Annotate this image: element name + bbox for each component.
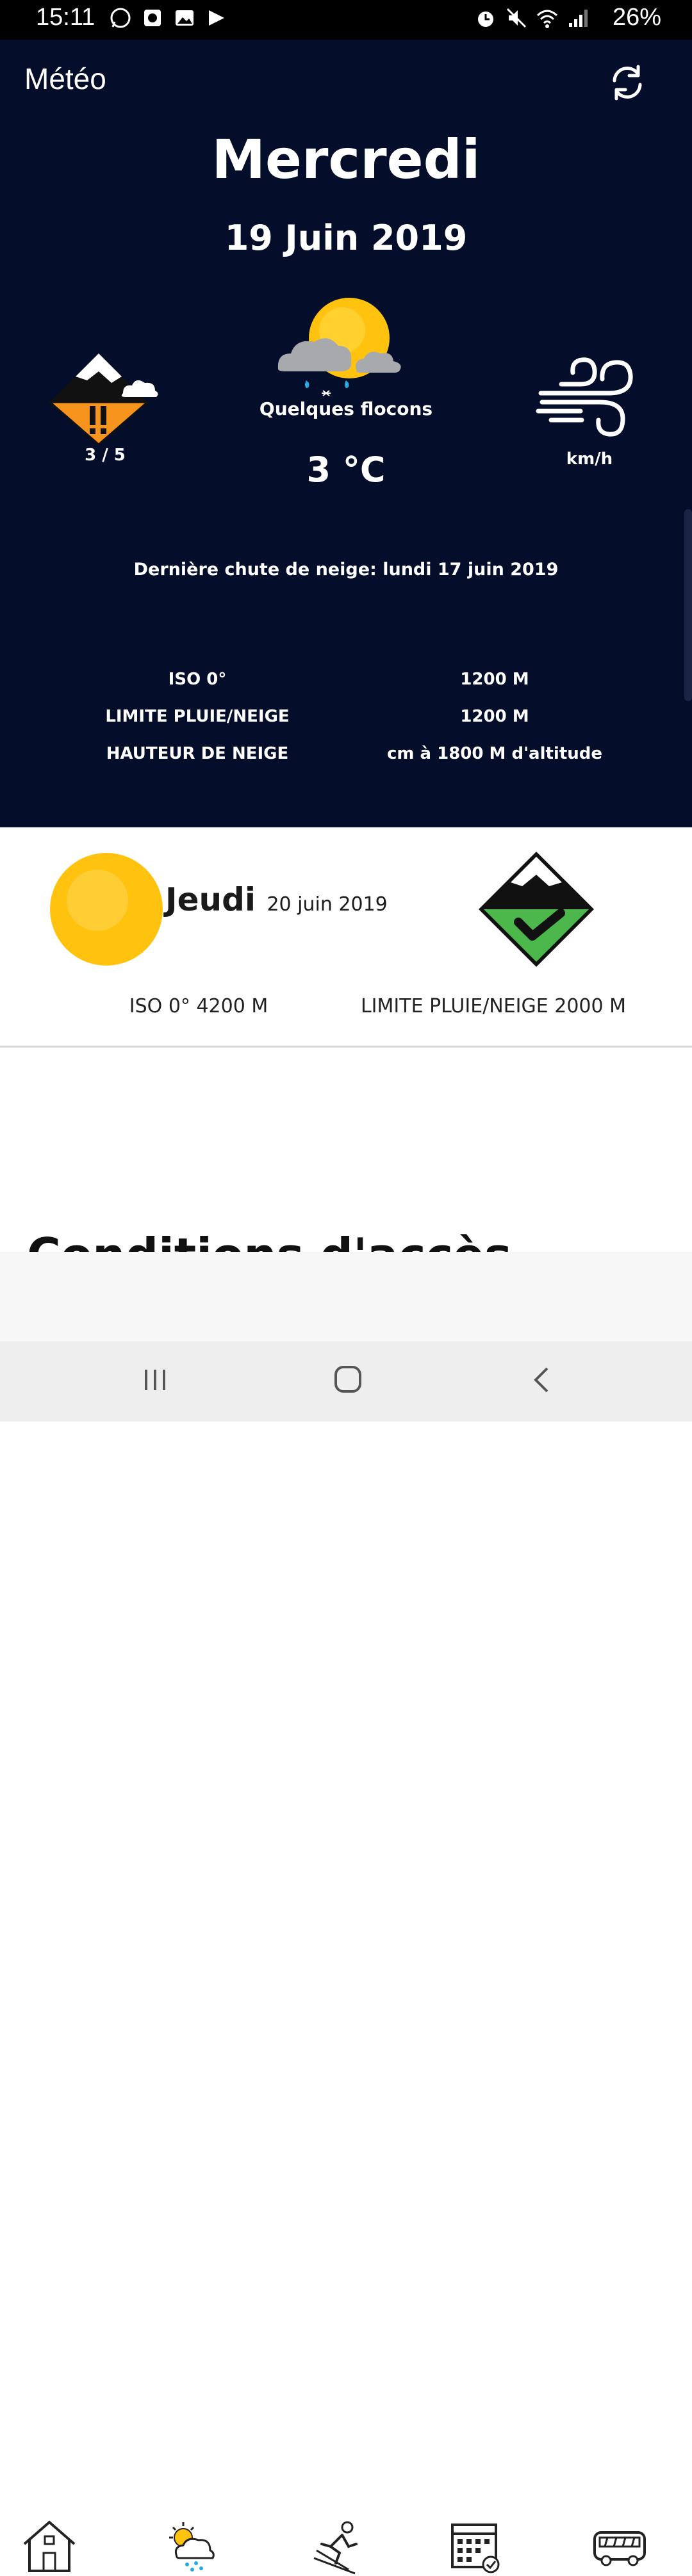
day-date: 19 Juin 2019 bbox=[224, 218, 468, 258]
low-risk-check-icon bbox=[479, 852, 594, 967]
iso-label: ISO 0° bbox=[168, 670, 227, 689]
wifi-icon bbox=[536, 10, 558, 28]
iso-value: 1200 M bbox=[460, 670, 529, 689]
tomorrow-date: 20 juin 2019 bbox=[267, 893, 388, 916]
bottom-nav bbox=[0, 1252, 692, 2575]
snow-height-label: HAUTEUR DE NEIGE bbox=[106, 744, 289, 763]
rain-snow-limit-label: LIMITE PLUIE/NEIGE bbox=[105, 707, 290, 726]
clock-app-icon bbox=[144, 10, 161, 26]
sun-icon bbox=[50, 853, 163, 966]
mute-icon bbox=[506, 8, 527, 28]
wind-unit: km/h bbox=[566, 450, 613, 469]
tomorrow-rain-snow-limit: LIMITE PLUIE/NEIGE 2000 M bbox=[360, 995, 627, 1017]
recent-apps-icon[interactable] bbox=[141, 1366, 169, 1394]
rain-snow-limit-value: 1200 M bbox=[460, 707, 529, 726]
tomorrow-iso: ISO 0° 4200 M bbox=[129, 995, 268, 1017]
system-status-icons bbox=[474, 6, 589, 29]
bus-icon[interactable] bbox=[591, 2518, 648, 2576]
home-button-icon[interactable] bbox=[333, 1365, 363, 1394]
temperature: 3 °C bbox=[306, 450, 386, 490]
scrollbar[interactable] bbox=[684, 509, 692, 701]
status-bar: 15:11 26% bbox=[0, 0, 692, 40]
status-time: 15:11 bbox=[36, 4, 95, 31]
gallery-icon bbox=[176, 10, 194, 26]
signal-icon bbox=[569, 10, 588, 27]
play-store-icon bbox=[209, 10, 224, 26]
page-title: Météo bbox=[24, 62, 106, 95]
last-snowfall: Dernière chute de neige: lundi 17 juin 2… bbox=[133, 560, 559, 579]
snow-height-value: cm à 1800 M d'altitude bbox=[386, 744, 603, 763]
calendar-icon[interactable] bbox=[447, 2518, 505, 2576]
avalanche-level: 3 / 5 bbox=[85, 446, 126, 465]
weather-icon[interactable] bbox=[161, 2518, 219, 2576]
system-nav-bar bbox=[0, 1341, 692, 1422]
refresh-icon[interactable] bbox=[605, 60, 650, 105]
alarm-icon bbox=[478, 12, 493, 27]
back-icon[interactable] bbox=[529, 1366, 555, 1394]
skier-icon[interactable] bbox=[310, 2518, 368, 2576]
home-icon[interactable] bbox=[21, 2518, 78, 2576]
notification-icons bbox=[109, 6, 228, 29]
tomorrow-heading: Jeudi 20 juin 2019 bbox=[165, 881, 388, 918]
sun-cloud-snow-icon bbox=[277, 298, 401, 396]
avalanche-risk-icon bbox=[47, 353, 158, 446]
day-name: Mercredi bbox=[211, 128, 481, 191]
tomorrow-day: Jeudi bbox=[165, 881, 256, 918]
battery-level: 26% bbox=[612, 4, 661, 31]
whatsapp-icon bbox=[110, 8, 131, 28]
wind-icon bbox=[536, 357, 633, 437]
weather-condition: Quelques flocons bbox=[259, 398, 433, 419]
